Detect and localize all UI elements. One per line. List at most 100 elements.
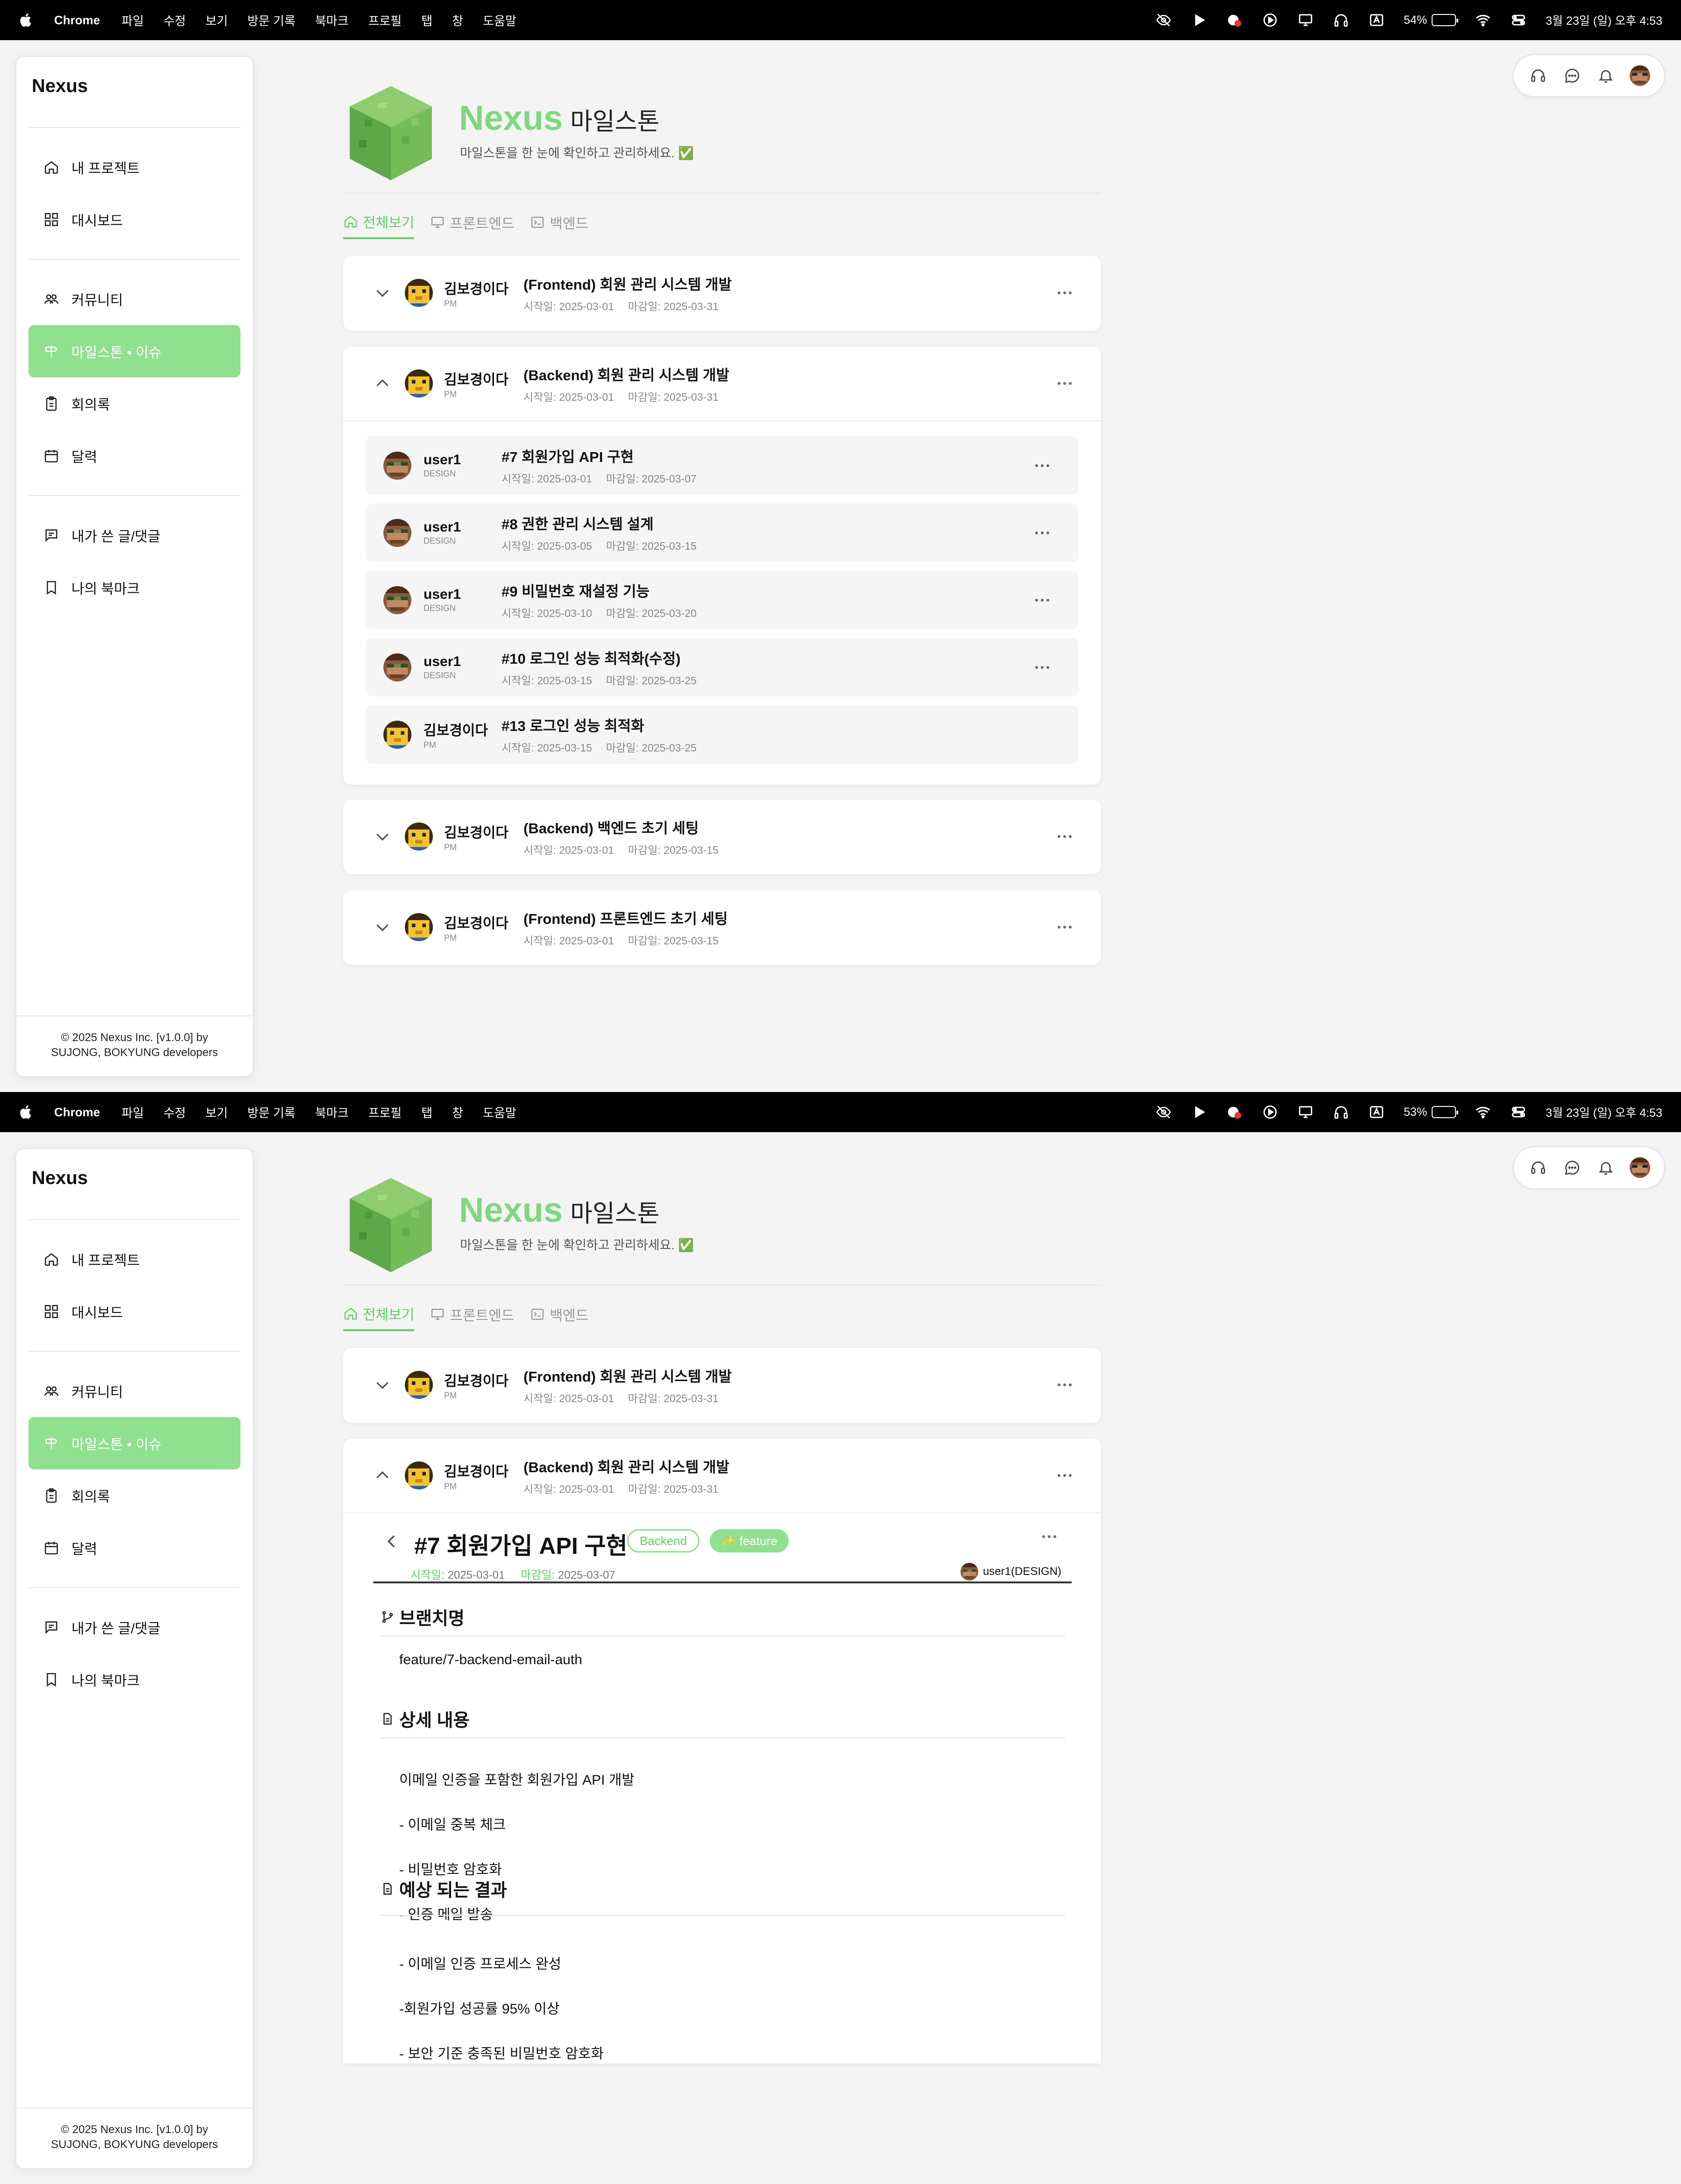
milestone-card[interactable]: 김보경이다 PM (Frontend) 프론트엔드 초기 세팅 시작일: 2025-…	[343, 890, 1101, 965]
sidebar-logo[interactable]: Nexus	[28, 57, 240, 128]
eye-slash-icon[interactable]	[1155, 12, 1172, 28]
menu-view[interactable]: 보기	[205, 12, 228, 29]
sidebar-item-my-projects[interactable]: 내 프로젝트	[28, 1233, 240, 1285]
menu-app-name[interactable]: Chrome	[54, 13, 100, 28]
milestone-header[interactable]: 김보경이다 PM (Frontend) 회원 관리 시스템 개발 시작일: 2025…	[343, 256, 1101, 330]
headphones-icon[interactable]	[1333, 12, 1349, 28]
milestone-card[interactable]: 김보경이다 PM (Frontend) 회원 관리 시스템 개발 시작일: 2025…	[343, 1348, 1101, 1423]
menu-profiles[interactable]: 프로필	[368, 12, 402, 29]
issue-row[interactable]: user1 DESIGN #7 회원가입 API 구현 시작일: 2025-03-0…	[366, 436, 1079, 495]
tab-backend[interactable]: 백엔드	[530, 1303, 588, 1331]
menu-history[interactable]: 방문 기록	[247, 1104, 296, 1121]
bell-icon[interactable]	[1596, 65, 1616, 86]
user-avatar[interactable]	[1629, 1157, 1650, 1178]
issue-row[interactable]: user1 DESIGN #10 로그인 성능 최적화(수정) 시작일: 2025-…	[366, 638, 1079, 696]
menu-edit[interactable]: 수정	[163, 12, 186, 29]
more-icon[interactable]	[1056, 288, 1073, 298]
sidebar-item-my-posts[interactable]: 내가 쓴 글/댓글	[28, 1601, 240, 1653]
menu-view[interactable]: 보기	[205, 1104, 228, 1121]
more-icon[interactable]	[1034, 596, 1051, 605]
chevron-down-icon[interactable]	[373, 284, 392, 302]
chevron-down-icon[interactable]	[373, 1376, 392, 1394]
battery-indicator[interactable]: 53%	[1404, 1106, 1459, 1119]
sidebar-item-dashboard[interactable]: 대시보드	[28, 1285, 240, 1338]
headset-icon[interactable]	[1528, 65, 1548, 86]
tab-all[interactable]: 전체보기	[343, 211, 415, 239]
sidebar-item-minutes[interactable]: 회의록	[28, 377, 240, 430]
menu-tab[interactable]: 탭	[421, 12, 432, 29]
more-icon[interactable]	[1056, 379, 1073, 388]
sidebar-item-milestones[interactable]: 마일스톤 • 이슈	[28, 325, 240, 377]
play-icon[interactable]	[1191, 12, 1208, 28]
milestone-card-expanded[interactable]: 김보경이다 PM (Backend) 회원 관리 시스템 개발 시작일: 2025-…	[343, 347, 1101, 785]
tab-all[interactable]: 전체보기	[343, 1303, 415, 1331]
menu-app-name[interactable]: Chrome	[54, 1105, 100, 1120]
sidebar-item-minutes[interactable]: 회의록	[28, 1469, 240, 1522]
sidebar-item-community[interactable]: 커뮤니티	[28, 1365, 240, 1417]
tab-frontend[interactable]: 프론트엔드	[430, 211, 514, 239]
control-center-icon[interactable]	[1510, 1104, 1527, 1120]
sidebar-item-dashboard[interactable]: 대시보드	[28, 193, 240, 246]
menu-edit[interactable]: 수정	[163, 1104, 186, 1121]
play-circle-icon[interactable]	[1262, 1104, 1278, 1120]
sidebar-item-my-posts[interactable]: 내가 쓴 글/댓글	[28, 509, 240, 561]
wifi-icon[interactable]	[1475, 1104, 1491, 1120]
headset-icon[interactable]	[1528, 1157, 1548, 1178]
control-center-icon[interactable]	[1510, 12, 1527, 28]
menu-help[interactable]: 도움말	[483, 1104, 516, 1121]
menu-help[interactable]: 도움말	[483, 12, 516, 29]
milestone-header[interactable]: 김보경이다 PM (Backend) 백엔드 초기 세팅 시작일: 2025-03-…	[343, 800, 1101, 873]
display-icon[interactable]	[1297, 1104, 1314, 1120]
bell-icon[interactable]	[1596, 1157, 1616, 1178]
chat-bubble-icon[interactable]	[1562, 65, 1582, 86]
display-icon[interactable]	[1297, 12, 1314, 28]
sidebar-item-calendar[interactable]: 달력	[28, 430, 240, 482]
more-icon[interactable]	[1056, 1380, 1073, 1390]
sidebar-item-calendar[interactable]: 달력	[28, 1522, 240, 1574]
input-method-icon[interactable]	[1368, 1104, 1385, 1120]
more-icon[interactable]	[1056, 922, 1073, 932]
back-icon[interactable]	[382, 1532, 401, 1551]
menu-window[interactable]: 창	[452, 1104, 463, 1121]
menu-bookmarks[interactable]: 북마크	[315, 12, 349, 29]
menu-history[interactable]: 방문 기록	[247, 12, 296, 29]
input-method-icon[interactable]	[1368, 12, 1385, 28]
sidebar-item-bookmarks[interactable]: 나의 북마크	[28, 1653, 240, 1706]
more-icon[interactable]	[1034, 663, 1051, 672]
issue-row[interactable]: user1 DESIGN #8 권한 관리 시스템 설계 시작일: 2025-03-…	[366, 503, 1079, 562]
milestone-header[interactable]: 김보경이다 PM (Frontend) 프론트엔드 초기 세팅 시작일: 2025-…	[343, 890, 1101, 964]
menu-bookmarks[interactable]: 북마크	[315, 1104, 349, 1121]
menu-tab[interactable]: 탭	[421, 1104, 432, 1121]
menu-profiles[interactable]: 프로필	[368, 1104, 402, 1121]
user-avatar[interactable]	[1629, 65, 1650, 86]
more-icon[interactable]	[1041, 1532, 1058, 1541]
sidebar-item-bookmarks[interactable]: 나의 북마크	[28, 561, 240, 614]
eye-slash-icon[interactable]	[1155, 1104, 1172, 1120]
clock[interactable]: 3월 23일 (일) 오후 4:53	[1546, 1104, 1662, 1120]
play-circle-icon[interactable]	[1262, 12, 1278, 28]
chevron-down-icon[interactable]	[373, 918, 392, 936]
record-icon[interactable]	[1226, 1104, 1243, 1120]
issue-row[interactable]: user1 DESIGN #9 비밀번호 재설정 기능 시작일: 2025-03-1…	[366, 571, 1079, 629]
menu-window[interactable]: 창	[452, 12, 463, 29]
sidebar-item-my-projects[interactable]: 내 프로젝트	[28, 141, 240, 193]
milestone-header[interactable]: 김보경이다 PM (Backend) 회원 관리 시스템 개발 시작일: 2025-…	[343, 347, 1101, 420]
tab-frontend[interactable]: 프론트엔드	[430, 1303, 514, 1331]
headphones-icon[interactable]	[1333, 1104, 1349, 1120]
milestone-header[interactable]: 김보경이다 PM (Frontend) 회원 관리 시스템 개발 시작일: 2025…	[343, 1348, 1101, 1422]
sidebar-item-community[interactable]: 커뮤니티	[28, 273, 240, 325]
milestone-card-expanded[interactable]: 김보경이다 PM (Backend) 회원 관리 시스템 개발 시작일: 2025-…	[343, 1439, 1101, 2063]
clock[interactable]: 3월 23일 (일) 오후 4:53	[1546, 12, 1662, 28]
apple-menu-icon[interactable]	[19, 13, 32, 28]
menu-file[interactable]: 파일	[121, 1104, 144, 1121]
battery-indicator[interactable]: 54%	[1404, 14, 1459, 27]
chevron-down-icon[interactable]	[373, 827, 392, 846]
milestone-card[interactable]: 김보경이다 PM (Frontend) 회원 관리 시스템 개발 시작일: 2025…	[343, 256, 1101, 331]
menu-file[interactable]: 파일	[121, 12, 144, 29]
record-icon[interactable]	[1226, 12, 1243, 28]
more-icon[interactable]	[1034, 461, 1051, 470]
apple-menu-icon[interactable]	[19, 1105, 32, 1120]
wifi-icon[interactable]	[1475, 12, 1491, 28]
sidebar-item-milestones[interactable]: 마일스톤 • 이슈	[28, 1417, 240, 1469]
chat-bubble-icon[interactable]	[1562, 1157, 1582, 1178]
